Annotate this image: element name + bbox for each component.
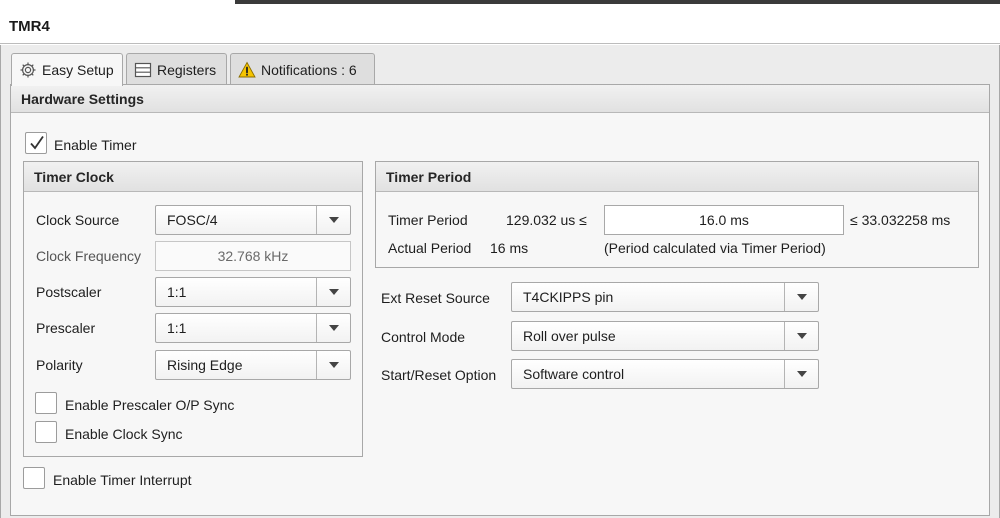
actual-period-value: 16 ms	[490, 240, 529, 256]
chevron-down-icon	[784, 322, 818, 350]
prescaler-value: 1:1	[167, 320, 187, 336]
list-icon	[134, 61, 152, 79]
tab-easy-setup-label: Easy Setup	[42, 62, 114, 78]
polarity-select[interactable]: Rising Edge	[155, 350, 351, 380]
timer-period-input[interactable]	[604, 205, 844, 235]
postscaler-label: Postscaler	[36, 284, 102, 300]
ext-reset-source-select[interactable]: T4CKIPPS pin	[511, 282, 819, 312]
control-mode-label: Control Mode	[381, 329, 466, 345]
clock-sync-checkbox[interactable]	[35, 421, 57, 443]
clock-frequency-field: 32.768 kHz	[155, 241, 351, 271]
period-calculation-note: (Period calculated via Timer Period)	[604, 240, 826, 256]
enable-timer-label: Enable Timer	[54, 137, 137, 153]
tab-registers-label: Registers	[157, 61, 217, 78]
panel-area: Easy Setup Registers Notifications : 6 H…	[0, 45, 1000, 518]
tab-notifications-label: Notifications : 6	[261, 61, 357, 78]
chevron-down-icon	[316, 206, 350, 234]
prescaler-label: Prescaler	[36, 320, 96, 336]
start-reset-option-value: Software control	[523, 366, 625, 382]
gear-icon	[19, 61, 37, 79]
hardware-settings-header: Hardware Settings	[11, 85, 989, 113]
tab-registers[interactable]: Registers	[126, 53, 227, 85]
clock-frequency-label: Clock Frequency	[36, 248, 142, 264]
timer-period-max: ≤ 33.032258 ms	[850, 212, 951, 228]
tab-easy-setup[interactable]: Easy Setup	[11, 53, 123, 86]
chevron-down-icon	[784, 283, 818, 311]
timer-period-header: Timer Period	[376, 162, 978, 192]
enable-interrupt-checkbox[interactable]	[23, 467, 45, 489]
timer-period-value[interactable]	[605, 206, 843, 234]
prescaler-sync-label: Enable Prescaler O/P Sync	[65, 397, 235, 413]
start-reset-option-select[interactable]: Software control	[511, 359, 819, 389]
chevron-down-icon	[316, 278, 350, 306]
chevron-down-icon	[316, 314, 350, 342]
postscaler-value: 1:1	[167, 284, 187, 300]
window-title: TMR4	[9, 18, 50, 35]
clock-source-value: FOSC/4	[167, 212, 218, 228]
clock-source-label: Clock Source	[36, 212, 120, 228]
actual-period-label: Actual Period	[388, 240, 472, 256]
prescaler-select[interactable]: 1:1	[155, 313, 351, 343]
timer-period-label: Timer Period	[388, 212, 468, 228]
warning-icon	[238, 61, 256, 79]
timer-period-group: Timer Period Timer Period 129.032 us ≤ ≤…	[375, 161, 979, 268]
enable-timer-checkbox[interactable]	[25, 132, 47, 154]
control-mode-select[interactable]: Roll over pulse	[511, 321, 819, 351]
clock-sync-label: Enable Clock Sync	[65, 426, 183, 442]
title-bar: TMR4	[0, 4, 1000, 44]
polarity-label: Polarity	[36, 357, 83, 373]
ext-reset-source-value: T4CKIPPS pin	[523, 289, 614, 305]
timer-clock-header: Timer Clock	[24, 162, 362, 192]
polarity-value: Rising Edge	[167, 357, 243, 373]
easy-setup-panel: Hardware Settings Enable Timer Timer Clo…	[10, 84, 990, 516]
tab-notifications[interactable]: Notifications : 6	[230, 53, 375, 85]
chevron-down-icon	[784, 360, 818, 388]
prescaler-sync-checkbox[interactable]	[35, 392, 57, 414]
start-reset-option-label: Start/Reset Option	[381, 367, 497, 383]
ext-reset-source-label: Ext Reset Source	[381, 290, 490, 306]
timer-clock-group: Timer Clock Clock Source FOSC/4 Clock Fr…	[23, 161, 363, 457]
checkmark-icon	[30, 135, 44, 150]
enable-interrupt-label: Enable Timer Interrupt	[53, 472, 192, 488]
postscaler-select[interactable]: 1:1	[155, 277, 351, 307]
chevron-down-icon	[316, 351, 350, 379]
timer-period-min: 129.032 us ≤	[506, 212, 587, 228]
clock-source-select[interactable]: FOSC/4	[155, 205, 351, 235]
clock-frequency-value: 32.768 kHz	[217, 248, 289, 264]
control-mode-value: Roll over pulse	[523, 328, 616, 344]
